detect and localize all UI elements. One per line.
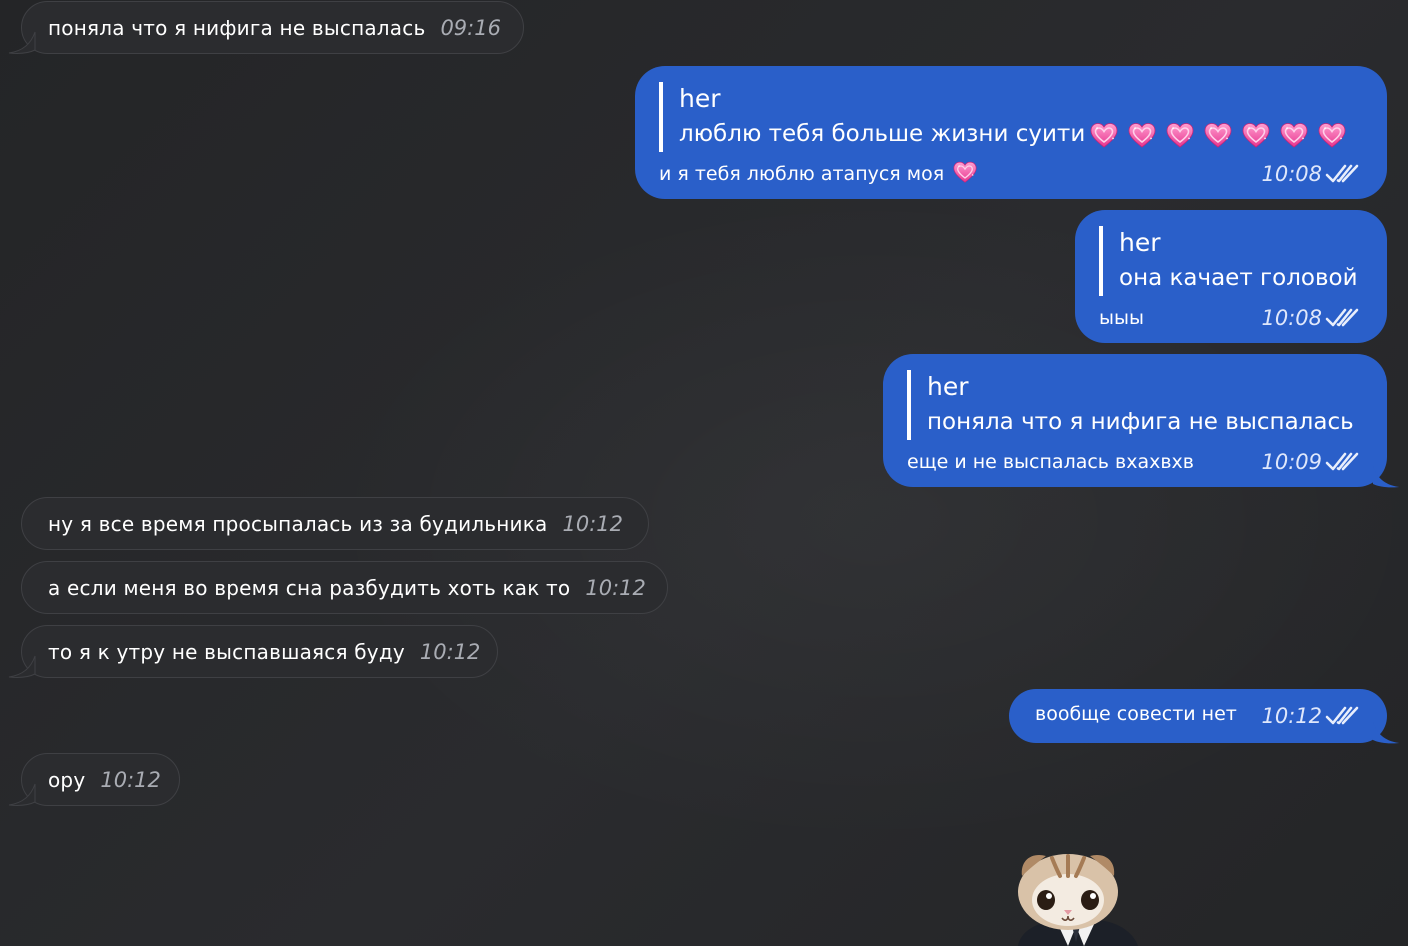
sparkling-heart-icon [1203, 121, 1233, 149]
message-text: вообще совести нет [1035, 703, 1237, 725]
quote-sender: her [1119, 228, 1161, 257]
sparkling-heart-icon [1279, 121, 1309, 149]
message-time: 10:09 [1261, 450, 1322, 474]
quote-text: поняла что я нифига не выспалась [927, 409, 1354, 435]
double-check-icon [1325, 451, 1359, 473]
outgoing-reply-message[interactable]: her люблю тебя больше жизни суити и я те… [635, 66, 1387, 199]
outgoing-message[interactable]: вообще совести нет 10:12 [1009, 689, 1399, 744]
quote-text: она качает головой [1119, 265, 1358, 291]
message-time: 10:12 [562, 511, 624, 536]
message-time: 09:16 [440, 15, 501, 40]
double-check-icon [1325, 163, 1359, 185]
message-meta: 10:08 [1261, 162, 1359, 186]
message-time: 10:08 [1261, 306, 1322, 330]
message-time: 10:12 [100, 767, 161, 792]
message-text: ну я все время просыпалась из за будильн… [48, 511, 548, 536]
bubble-tail [8, 783, 36, 806]
message-time: 10:12 [1261, 704, 1322, 728]
message-text: а если меня во время сна разбудить хоть … [48, 575, 571, 600]
bubble-tail [8, 31, 36, 54]
sparkling-heart-icon [1127, 121, 1157, 149]
sparkling-heart-icon [1089, 121, 1119, 149]
reply-text-content: и я тебя люблю атапуся моя [659, 163, 945, 185]
quote-sender: her [679, 84, 721, 113]
reply-quote[interactable]: her люблю тебя больше жизни суити [659, 82, 1347, 152]
message-text: поняла что я нифига не выспалась [48, 15, 426, 40]
incoming-message[interactable]: ору 10:12 [8, 753, 180, 806]
kitten-sticker[interactable] [1006, 846, 1146, 946]
reply-quote[interactable]: her поняла что я нифига не выспалась [907, 370, 1354, 440]
message-text: то я к утру не выспавшаяся буду [48, 639, 405, 664]
bubble-tail [8, 655, 36, 678]
incoming-message[interactable]: то я к утру не выспавшаяся буду 10:12 [8, 625, 498, 678]
outgoing-reply-message[interactable]: her она качает головой ыыы 10:08 [1075, 210, 1387, 343]
sparkling-heart-icon [952, 160, 978, 184]
reply-quote[interactable]: her она качает головой [1099, 226, 1358, 296]
message-text: ору [48, 767, 86, 792]
message-time: 10:12 [419, 639, 481, 664]
quote-sender: her [927, 372, 969, 401]
reply-text: и я тебя люблю атапуся моя [659, 160, 978, 185]
message-time: 10:12 [585, 575, 646, 600]
bubble-tail [1373, 466, 1399, 488]
kitten-sticker-image [1018, 854, 1138, 946]
message-time: 10:08 [1261, 162, 1322, 186]
quote-text: люблю тебя больше жизни суити [679, 116, 1347, 152]
reply-text: еще и не выспалась вхахвхв [907, 451, 1195, 473]
double-check-icon [1325, 307, 1359, 329]
outgoing-reply-message[interactable]: her поняла что я нифига не выспалась еще… [883, 354, 1399, 488]
incoming-message[interactable]: поняла что я нифига не выспалась 09:16 [8, 1, 524, 54]
incoming-message[interactable]: а если меня во время сна разбудить хоть … [21, 561, 668, 614]
sparkling-heart-icon [1317, 121, 1347, 149]
quote-text-content: люблю тебя больше жизни суити [679, 121, 1086, 147]
sparkling-heart-icon [1165, 121, 1195, 149]
reply-text: ыыы [1099, 307, 1145, 329]
message-meta: 10:09 [1261, 450, 1359, 474]
double-check-icon [1325, 705, 1359, 727]
message-meta: 10:12 [1261, 704, 1359, 728]
hearts-row [1089, 121, 1347, 149]
incoming-message[interactable]: ну я все время просыпалась из за будильн… [21, 497, 649, 550]
message-meta: 10:08 [1261, 306, 1359, 330]
bubble-tail [1373, 722, 1399, 744]
sparkling-heart-icon [1241, 121, 1271, 149]
